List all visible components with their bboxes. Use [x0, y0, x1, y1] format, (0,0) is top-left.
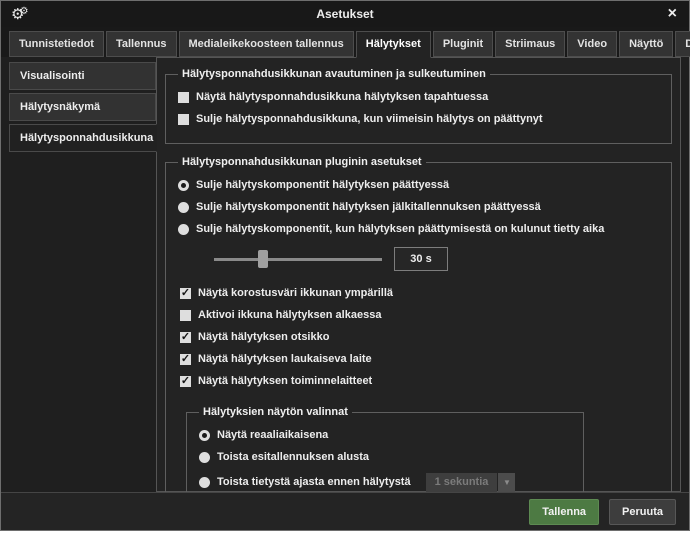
- group-title: Hälytyksien näytön valinnat: [199, 406, 352, 418]
- alarm-display-radio-options: Näytä reaaliaikaisena Toista esitallennuk…: [197, 429, 573, 492]
- checkbox-icon[interactable]: [178, 92, 189, 103]
- tab-halytykset[interactable]: Hälytykset: [356, 31, 431, 58]
- radio-row-toista-esitallennuksen-alusta[interactable]: Toista esitallennuksen alusta: [199, 451, 573, 464]
- radio-icon[interactable]: [178, 180, 189, 191]
- radio-row-toista-tietysta-ajasta-ennen-halytysta[interactable]: Toista tietystä ajasta ennen hälytystä 1 …: [199, 473, 573, 492]
- radio-label: Sulje hälytyskomponentit, kun hälytyksen…: [196, 223, 604, 236]
- window-title: Asetukset: [1, 7, 689, 21]
- sidebar-item-halytysnakyma[interactable]: Hälytysnäkymä: [9, 93, 156, 121]
- popup-open-close-options: Näytä hälytysponnahdusikkuna hälytyksen …: [176, 91, 661, 126]
- tab-tallennus[interactable]: Tallennus: [106, 31, 177, 57]
- checkbox-row-nayta-halytysponnahdusikkuna-halytyksen-tapahtuessa[interactable]: Näytä hälytysponnahdusikkuna hälytyksen …: [178, 91, 661, 104]
- tab-naytto[interactable]: Näyttö: [619, 31, 673, 57]
- delay-value-field[interactable]: 30 s: [394, 247, 448, 271]
- radio-label: Toista esitallennuksen alusta: [217, 451, 369, 464]
- tab-pluginit[interactable]: Pluginit: [433, 31, 493, 57]
- close-icon[interactable]: ×: [666, 6, 679, 22]
- radio-icon[interactable]: [199, 430, 210, 441]
- tab-medialeikekoosteen-tallennus[interactable]: Medialeikekoosteen tallennus: [179, 31, 354, 57]
- radio-label: Näytä reaaliaikaisena: [217, 429, 328, 442]
- radio-label: Sulje hälytyskomponentit hälytyksen jälk…: [196, 201, 541, 214]
- titlebar: ⚙⚙ Asetukset ×: [1, 1, 689, 27]
- pretime-dropdown: 1 sekuntia▼: [426, 473, 516, 492]
- checkbox-label: Näytä hälytyksen laukaiseva laite: [198, 353, 372, 366]
- checkbox-row-nayta-halytyksen-otsikko[interactable]: Näytä hälytyksen otsikko: [180, 331, 661, 344]
- checkbox-icon[interactable]: [178, 114, 189, 125]
- radio-row-sulje-halytyskomponentit-kun-halytyksen-paattymisesta-on-kulunut-tietty-aika[interactable]: Sulje hälytyskomponentit, kun hälytyksen…: [178, 223, 661, 236]
- cancel-button[interactable]: Peruuta: [609, 499, 676, 525]
- close-components-options: Sulje hälytyskomponentit hälytyksen päät…: [176, 179, 661, 236]
- checkbox-icon[interactable]: [180, 288, 191, 299]
- tab-video[interactable]: Video: [567, 31, 617, 57]
- footer-bar: Tallenna Peruuta: [1, 492, 689, 530]
- radio-icon[interactable]: [199, 477, 210, 488]
- chevron-down-icon: ▼: [498, 473, 515, 492]
- save-button[interactable]: Tallenna: [529, 499, 599, 525]
- checkbox-label: Sulje hälytysponnahdusikkuna, kun viimei…: [196, 113, 543, 126]
- radio-icon[interactable]: [178, 202, 189, 213]
- tab-striimaus[interactable]: Striimaus: [495, 31, 565, 57]
- checkbox-icon[interactable]: [180, 354, 191, 365]
- gear-icon-small: ⚙: [19, 6, 28, 17]
- checkbox-label: Aktivoi ikkuna hälytyksen alkaessa: [198, 309, 381, 322]
- settings-window: ⚙⚙ Asetukset × TunnistetiedotTallennusMe…: [0, 0, 690, 531]
- gear-icon: ⚙⚙: [11, 5, 33, 23]
- content-panel: Hälytysponnahdusikkunan avautuminen ja s…: [156, 57, 681, 492]
- checkbox-icon[interactable]: [180, 332, 191, 343]
- checkbox-row-sulje-halytysponnahdusikkuna-kun-viimeisin-halytys-on-paattynyt[interactable]: Sulje hälytysponnahdusikkuna, kun viimei…: [178, 113, 661, 126]
- checkbox-label: Näytä korostusväri ikkunan ympärillä: [198, 287, 393, 300]
- sidebar-item-visualisointi[interactable]: Visualisointi: [9, 62, 156, 90]
- checkbox-label: Näytä hälytyksen toiminnelaitteet: [198, 375, 372, 388]
- dialog-body: Visualisointi Hälytysnäkymä Hälytysponnahd…: [1, 57, 689, 492]
- radio-row-sulje-halytyskomponentit-halytyksen-jalkitallennuksen-paattyessa[interactable]: Sulje hälytyskomponentit hälytyksen jälk…: [178, 201, 661, 214]
- checkbox-label: Näytä hälytysponnahdusikkuna hälytyksen …: [196, 91, 488, 104]
- checkbox-row-nayta-halytyksen-laukaiseva-laite[interactable]: Näytä hälytyksen laukaiseva laite: [180, 353, 661, 366]
- group-plugin-settings: Hälytysponnahdusikkunan pluginin asetuks…: [165, 156, 672, 492]
- delay-slider-row: 30 s: [214, 245, 661, 273]
- tab-tunnistetiedot[interactable]: Tunnistetiedot: [9, 31, 104, 57]
- delay-slider[interactable]: [214, 250, 382, 268]
- checkbox-label: Näytä hälytyksen otsikko: [198, 331, 329, 344]
- display-options-checkboxes: Näytä korostusväri ikkunan ympärillä Akti…: [178, 287, 661, 388]
- checkbox-icon[interactable]: [180, 376, 191, 387]
- tab-datavalimuisti[interactable]: Datavälimuisti: [675, 31, 690, 57]
- group-title: Hälytysponnahdusikkunan avautuminen ja s…: [178, 68, 490, 80]
- group-popup-open-close: Hälytysponnahdusikkunan avautuminen ja s…: [165, 68, 672, 144]
- checkbox-row-nayta-korostusvari-ikkunan-ymparilla[interactable]: Näytä korostusväri ikkunan ympärillä: [180, 287, 661, 300]
- radio-icon[interactable]: [178, 224, 189, 235]
- checkbox-row-nayta-halytyksen-toiminnelaitteet[interactable]: Näytä hälytyksen toiminnelaitteet: [180, 375, 661, 388]
- radio-label: Sulje hälytyskomponentit hälytyksen päät…: [196, 179, 449, 192]
- tab-bar: TunnistetiedotTallennusMedialeikekoostee…: [1, 27, 689, 57]
- checkbox-icon[interactable]: [180, 310, 191, 321]
- sidebar: Visualisointi Hälytysnäkymä Hälytysponnahd…: [9, 57, 156, 492]
- group-alarm-display-options: Hälytyksien näytön valinnat Näytä reaali…: [186, 406, 584, 492]
- dropdown-value: 1 sekuntia: [426, 473, 498, 492]
- sidebar-item-halytysponnahdusikkuna[interactable]: Hälytysponnahdusikkuna: [9, 124, 157, 152]
- checkbox-row-aktivoi-ikkuna-halytyksen-alkaessa[interactable]: Aktivoi ikkuna hälytyksen alkaessa: [180, 309, 661, 322]
- radio-row-sulje-halytyskomponentit-halytyksen-paattyessa[interactable]: Sulje hälytyskomponentit hälytyksen päät…: [178, 179, 661, 192]
- radio-label: Toista tietystä ajasta ennen hälytystä: [217, 476, 411, 489]
- slider-handle[interactable]: [258, 250, 268, 268]
- slider-track: [214, 258, 382, 261]
- group-title: Hälytysponnahdusikkunan pluginin asetuks…: [178, 156, 426, 168]
- radio-icon[interactable]: [199, 452, 210, 463]
- radio-row-nayta-reaaliaikaisena[interactable]: Näytä reaaliaikaisena: [199, 429, 573, 442]
